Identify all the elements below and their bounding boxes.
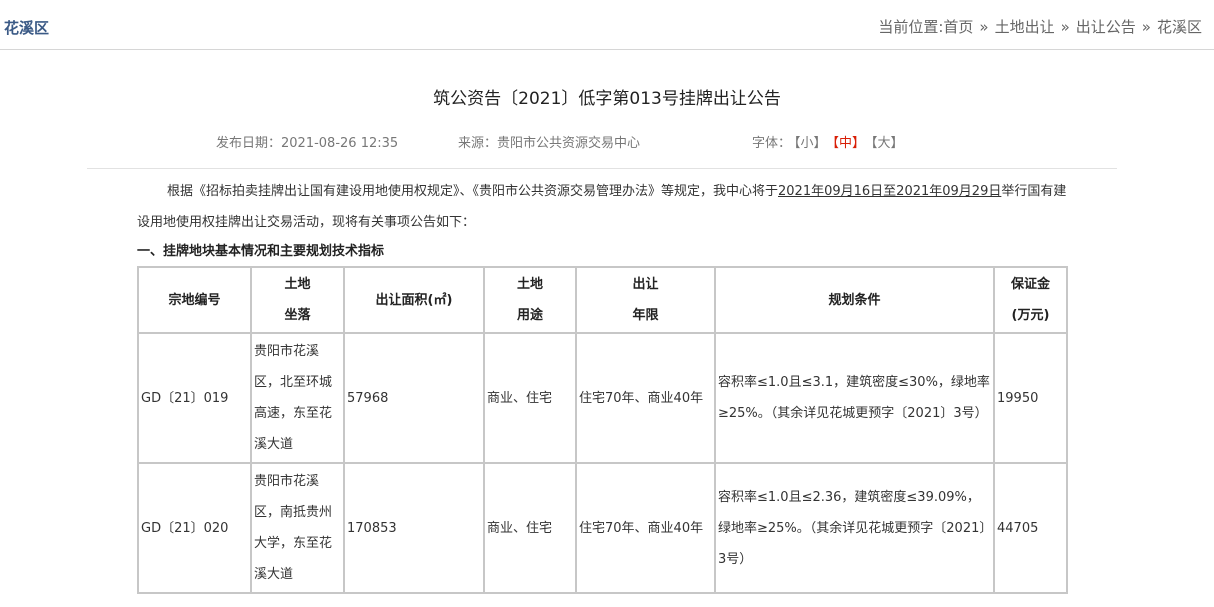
parcel-land-use: 商业、住宅 <box>483 462 577 594</box>
breadcrumb-land-transfer[interactable]: 土地出让 <box>995 18 1055 36</box>
font-size-controls: 字体： 【小】 【中】 【大】 <box>752 132 907 151</box>
parcel-id: GD〔21〕020 <box>137 462 252 594</box>
intro-date-range: 2021年09月16日至2021年09月29日 <box>778 184 1002 199</box>
parcel-term: 住宅70年、商业40年 <box>575 462 716 594</box>
publish-date: 发布日期：2021-08-26 12:35 <box>216 132 398 151</box>
divider <box>87 168 1117 169</box>
header-location-line1: 土地 <box>284 277 311 292</box>
table-row: GD〔21〕019 贵阳市花溪区，北至环城高速，东至花溪大道 57968 商业、… <box>137 332 1068 464</box>
intro-text-before: 根据《招标拍卖挂牌出让国有建设用地使用权规定》、《贵阳市公共资源交易管理办法》等… <box>167 184 779 199</box>
breadcrumb-separator: » <box>1141 18 1151 36</box>
parcel-term: 住宅70年、商业40年 <box>575 332 716 464</box>
header-planning: 规划条件 <box>714 266 995 334</box>
breadcrumb: 当前位置:首页 » 土地出让 » 出让公告 » 花溪区 <box>878 16 1202 37</box>
font-medium-button[interactable]: 【中】 <box>833 136 866 151</box>
source-value: 贵阳市公共资源交易中心 <box>497 136 641 151</box>
font-large-button[interactable]: 【大】 <box>871 136 904 151</box>
section-heading: 一、挂牌地块基本情况和主要规划技术指标 <box>137 244 385 259</box>
parcel-deposit: 44705 <box>993 462 1068 594</box>
header-use-line2: 用途 <box>516 308 543 323</box>
header-location-line2: 坐落 <box>284 308 311 323</box>
font-size-label: 字体： <box>752 136 792 151</box>
district-title: 花溪区 <box>4 19 50 37</box>
parcel-location: 贵阳市花溪区，南抵贵州大学，东至花溪大道 <box>250 462 345 594</box>
header-deposit-line1: 保证金 <box>1010 277 1050 292</box>
parcel-planning: 容积率≤1.0且≤3.1，建筑密度≤30%，绿地率≥25%。（其余详见花城更预字… <box>714 332 995 464</box>
intro-paragraph: 根据《招标拍卖挂牌出让国有建设用地使用权规定》、《贵阳市公共资源交易管理办法》等… <box>137 176 1067 238</box>
header-deposit: 保证金 (万元) <box>993 266 1068 334</box>
source-label: 来源： <box>458 136 498 151</box>
breadcrumb-district[interactable]: 花溪区 <box>1157 18 1202 36</box>
header-location: 土地 坐落 <box>250 266 345 334</box>
parcel-id: GD〔21〕019 <box>137 332 252 464</box>
publish-date-value: 2021-08-26 12:35 <box>281 136 399 151</box>
breadcrumb-separator: » <box>979 18 989 36</box>
publish-date-label: 发布日期： <box>216 136 282 151</box>
table-row: GD〔21〕020 贵阳市花溪区，南抵贵州大学，东至花溪大道 170853 商业… <box>137 462 1068 594</box>
top-bar: 花溪区 当前位置:首页 » 土地出让 » 出让公告 » 花溪区 <box>0 0 1214 50</box>
breadcrumb-home[interactable]: 首页 <box>943 18 973 36</box>
parcel-area: 170853 <box>343 462 485 594</box>
header-deposit-line2: (万元) <box>1011 308 1050 323</box>
breadcrumb-announcements[interactable]: 出让公告 <box>1076 18 1136 36</box>
parcel-deposit: 19950 <box>993 332 1068 464</box>
header-term-line2: 年限 <box>632 308 659 323</box>
parcel-land-use: 商业、住宅 <box>483 332 577 464</box>
article-title: 筑公资告〔2021〕低字第013号挂牌出让公告 <box>433 89 781 109</box>
header-land-use: 土地 用途 <box>483 266 577 334</box>
parcel-area: 57968 <box>343 332 485 464</box>
font-small-button[interactable]: 【小】 <box>794 136 827 151</box>
header-use-line1: 土地 <box>516 277 543 292</box>
source: 来源：贵阳市公共资源交易中心 <box>458 132 640 151</box>
header-term-line1: 出让 <box>632 277 659 292</box>
header-area: 出让面积(㎡) <box>343 266 485 334</box>
header-term: 出让 年限 <box>575 266 716 334</box>
parcel-location: 贵阳市花溪区，北至环城高速，东至花溪大道 <box>250 332 345 464</box>
header-parcel-id: 宗地编号 <box>137 266 252 334</box>
breadcrumb-separator: » <box>1060 18 1070 36</box>
land-parcel-table: 宗地编号 土地坐落 出让面积(㎡) 土地用途 出让年限 规划条件 保证金 (万元)… <box>137 266 1068 594</box>
table-header-row: 宗地编号 土地坐落 出让面积(㎡) 土地用途 出让年限 规划条件 保证金 (万元) <box>137 266 1068 334</box>
breadcrumb-prefix: 当前位置: <box>878 18 944 36</box>
parcel-planning: 容积率≤1.0且≤2.36，建筑密度≤39.09%，绿地率≥25%。（其余详见花… <box>714 462 995 594</box>
